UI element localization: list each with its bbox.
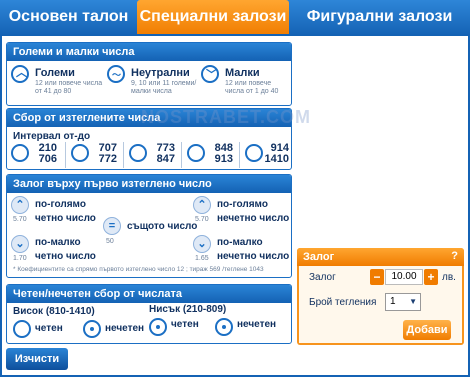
option-small-desc: 12 или повече числа от 1 до 40 [225,80,279,95]
big-small-title: Големи и малки числа [7,43,291,61]
tab-special-bets[interactable]: Специални залози [137,0,289,36]
opt3-line1: по-голямо [217,199,268,210]
low-odd-radio[interactable] [215,318,233,336]
coef-2: 50 [106,238,114,245]
option-small-label: Малки [225,67,260,79]
even-odd-title: Четен/нечетен сбор от числата [7,285,291,303]
low-even-radio[interactable] [149,318,167,336]
stake-label: Залог [309,272,336,283]
bet-panel: Залог ? Залог − 10.00 + лв. Брой теглени… [297,248,464,345]
help-icon[interactable]: ? [451,250,458,262]
arrow-down-icon[interactable]: ⌄ [193,235,211,253]
sum-range-2[interactable] [71,144,89,162]
sum-range-5[interactable] [245,144,263,162]
sum-box: Сбор от изтеглените числа NOSTRABET.COM … [6,107,310,170]
divider [239,142,240,168]
coef-3: 5.70 [195,216,209,223]
divider [65,142,66,168]
first-number-box: Залог върху първо изтеглено число ⌃ 5.70… [6,174,292,278]
low-even-label: четен [171,319,199,330]
opt5-line1: по-малко [217,237,263,248]
draws-label: Брой тегления [309,297,377,308]
opt4-line2: четно число [35,251,96,262]
option-big-label: Големи [35,67,75,79]
opt5-line2: нечетно число [217,251,290,262]
high-even-label: четен [35,323,63,334]
sum-range-5-to: 1410 [264,153,289,165]
chevron-down-icon: ▼ [409,297,417,306]
tab-main-ticket[interactable]: Основен талон [0,0,137,34]
bet-body: Залог − 10.00 + лв. Брой тегления 1 ▼ Доб… [299,266,462,343]
watermark: NOSTRABET.COM [141,107,311,127]
plus-button[interactable]: + [424,269,438,285]
stake-input[interactable]: 10.00 [385,269,423,285]
opt2-line1: същото число [127,221,198,232]
opt1-line2: четно число [35,213,96,224]
dot-icon [90,327,94,331]
high-even-radio[interactable] [13,320,31,338]
dot-icon [222,325,226,329]
high-odd-label: нечетен [105,323,145,334]
chevron-up-icon: ︿ [16,67,27,79]
sum-range-1[interactable] [11,144,29,162]
neutral-icon: 〜 [112,70,122,80]
clear-button[interactable]: Изчисти [6,348,68,370]
draws-value: 1 [390,296,396,307]
opt4-line1: по-малко [35,237,81,248]
coef-4: 1.70 [13,255,27,262]
coef-1: 5.70 [13,216,27,223]
option-big-desc: 12 или повече числа от 41 до 80 [35,80,103,95]
option-neutral-desc: 9, 10 или 11 големи/малки числа [131,80,197,95]
coef-5: 1.65 [195,255,209,262]
sum-range-4[interactable] [187,144,205,162]
high-label: Висок (810-1410) [13,306,95,317]
sum-range-3-to: 847 [156,153,175,165]
big-small-box: Големи и малки числа ︿ Големи 12 или пов… [6,42,292,106]
opt1-line1: по-голямо [35,199,86,210]
minus-button[interactable]: − [370,269,384,285]
arrow-up-icon[interactable]: ⌃ [11,196,29,214]
low-label: Нисък (210-809) [149,304,227,315]
high-odd-radio[interactable] [83,320,101,338]
footnote: * Коефициентите са спрямо първото изтегл… [13,266,264,273]
arrow-up-icon[interactable]: ⌃ [193,196,211,214]
divider [123,142,124,168]
opt3-line2: нечетно число [217,213,290,224]
tab-figure-bets[interactable]: Фигурални залози [289,0,470,34]
interval-label: Интервал от-до [13,131,91,142]
low-odd-label: нечетен [237,319,277,330]
sum-range-4-to: 913 [214,153,233,165]
dot-icon [156,325,160,329]
tab-bar: Основен талон Специални залози Фигурални… [0,0,470,36]
chevron-down-icon: ﹀ [206,69,217,81]
first-number-title: Залог върху първо изтеглено число [7,175,291,193]
option-neutral[interactable]: 〜 [107,65,125,83]
sum-range-1-to: 706 [38,153,57,165]
arrow-down-icon[interactable]: ⌄ [11,235,29,253]
currency-label: лв. [442,272,456,283]
bet-title: Залог [297,248,464,266]
add-button[interactable]: Добави [403,320,451,340]
even-odd-box: Четен/нечетен сбор от числата Висок (810… [6,284,292,344]
equals-icon[interactable]: = [103,217,121,235]
option-neutral-label: Неутрални [131,67,190,79]
divider [181,142,182,168]
sum-range-2-to: 772 [98,153,117,165]
sum-range-3[interactable] [129,144,147,162]
option-big[interactable]: ︿ [11,65,29,83]
draws-select[interactable]: 1 ▼ [385,293,421,311]
option-small[interactable]: ﹀ [201,65,219,83]
